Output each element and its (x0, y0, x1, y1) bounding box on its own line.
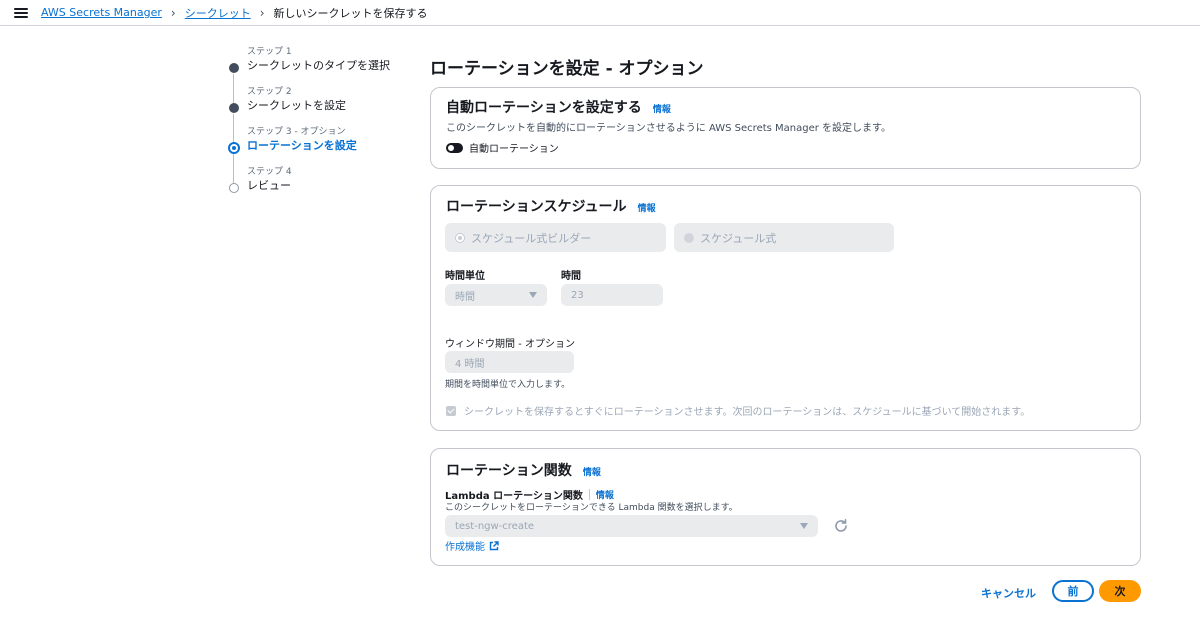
step-number: ステップ 4 (247, 167, 292, 177)
lambda-function-value: test-ngw-create (455, 520, 535, 532)
schedule-expression-option[interactable]: スケジュール式 (674, 223, 894, 252)
step-label: ローテーションを設定 (247, 139, 357, 152)
divider (588, 489, 590, 500)
step-4: ステップ 4 レビュー (228, 166, 418, 206)
previous-button[interactable]: 前 (1052, 580, 1094, 602)
refresh-icon[interactable] (833, 518, 849, 534)
window-label: ウィンドウ期間 - オプション (445, 339, 575, 350)
rotation-function-heading: ローテーション関数 (446, 463, 572, 479)
breadcrumb-service-link[interactable]: AWS Secrets Manager (41, 6, 162, 19)
info-link[interactable]: 情報 (583, 468, 601, 478)
create-function-link[interactable]: 作成機能 (445, 538, 499, 553)
step-label: シークレットを設定 (247, 99, 346, 112)
radio-icon (455, 232, 465, 243)
hours-value: 23 (571, 289, 584, 301)
time-unit-value: 時間 (455, 291, 475, 303)
external-link-icon (489, 540, 499, 550)
create-function-label: 作成機能 (445, 542, 485, 553)
step-label: レビュー (247, 179, 291, 192)
step-label: シークレットのタイプを選択 (247, 59, 390, 72)
rotation-function-card: ローテーション関数 情報 Lambda ローテーション関数 情報 このシークレッ… (430, 448, 1141, 566)
step-active-dot-icon (228, 142, 240, 154)
menu-icon[interactable] (14, 7, 28, 18)
lambda-function-select[interactable]: test-ngw-create (445, 515, 818, 537)
rotate-immediately-checkbox-row[interactable]: シークレットを保存するとすぐにローテーションさせます。次回のローテーションは、ス… (446, 403, 1030, 418)
rotation-schedule-heading: ローテーションスケジュール (446, 199, 627, 215)
window-placeholder: 4 時間 (455, 358, 485, 370)
auto-rotation-heading: 自動ローテーションを設定する (446, 100, 642, 116)
next-button[interactable]: 次 (1099, 580, 1141, 602)
wizard-steps: ステップ 1 シークレットのタイプを選択 ステップ 2 シークレットを設定 ステ… (228, 46, 418, 206)
auto-rotation-card: 自動ローテーションを設定する 情報 このシークレットを自動的にローテーションさせ… (430, 87, 1141, 169)
caret-down-icon (529, 292, 537, 298)
info-link[interactable]: 情報 (638, 204, 656, 214)
step-number: ステップ 3 - オプション (247, 127, 346, 137)
step-1[interactable]: ステップ 1 シークレットのタイプを選択 (228, 46, 418, 103)
info-link[interactable]: 情報 (653, 105, 671, 115)
auto-rotation-toggle[interactable] (446, 142, 463, 153)
lambda-function-description: このシークレットをローテーションできる Lambda 関数を選択します。 (445, 503, 738, 513)
schedule-builder-option[interactable]: スケジュール式ビルダー (445, 223, 666, 252)
breadcrumb-current: 新しいシークレットを保存する (273, 6, 428, 20)
caret-down-icon (800, 523, 808, 529)
auto-rotation-description: このシークレットを自動的にローテーションさせるように AWS Secrets M… (446, 123, 892, 134)
page-title: ローテーションを設定 - オプション (430, 59, 704, 79)
step-pending-dot-icon (229, 183, 239, 193)
chevron-right-icon: › (170, 5, 176, 20)
window-input[interactable]: 4 時間 (445, 351, 574, 373)
schedule-builder-label: スケジュール式ビルダー (471, 231, 592, 245)
hours-input[interactable]: 23 (561, 284, 663, 306)
breadcrumb-secrets-link[interactable]: シークレット (185, 5, 251, 21)
step-3: ステップ 3 - オプション ローテーションを設定 (228, 126, 418, 183)
window-hint: 期間を時間単位で入力します。 (445, 380, 571, 390)
step-2[interactable]: ステップ 2 シークレットを設定 (228, 86, 418, 143)
top-breadcrumb-bar: AWS Secrets Manager › シークレット › 新しいシークレット… (0, 0, 1200, 26)
schedule-expression-label: スケジュール式 (700, 231, 777, 245)
step-done-dot-icon (229, 103, 239, 113)
rotation-schedule-card: ローテーションスケジュール 情報 スケジュール式ビルダー スケジュール式 時間単… (430, 185, 1141, 431)
step-done-dot-icon (229, 63, 239, 73)
step-number: ステップ 2 (247, 87, 292, 97)
radio-icon (684, 232, 694, 243)
hours-label: 時間 (561, 271, 581, 282)
auto-rotation-toggle-label: 自動ローテーション (469, 144, 559, 155)
time-unit-label: 時間単位 (445, 271, 485, 282)
checkbox-icon[interactable] (446, 405, 456, 416)
cancel-button[interactable]: キャンセル (981, 585, 1036, 601)
step-number: ステップ 1 (247, 47, 292, 57)
rotate-immediately-label: シークレットを保存するとすぐにローテーションさせます。次回のローテーションは、ス… (464, 407, 1031, 418)
time-unit-select[interactable]: 時間 (445, 284, 547, 306)
chevron-right-icon: › (259, 5, 265, 20)
